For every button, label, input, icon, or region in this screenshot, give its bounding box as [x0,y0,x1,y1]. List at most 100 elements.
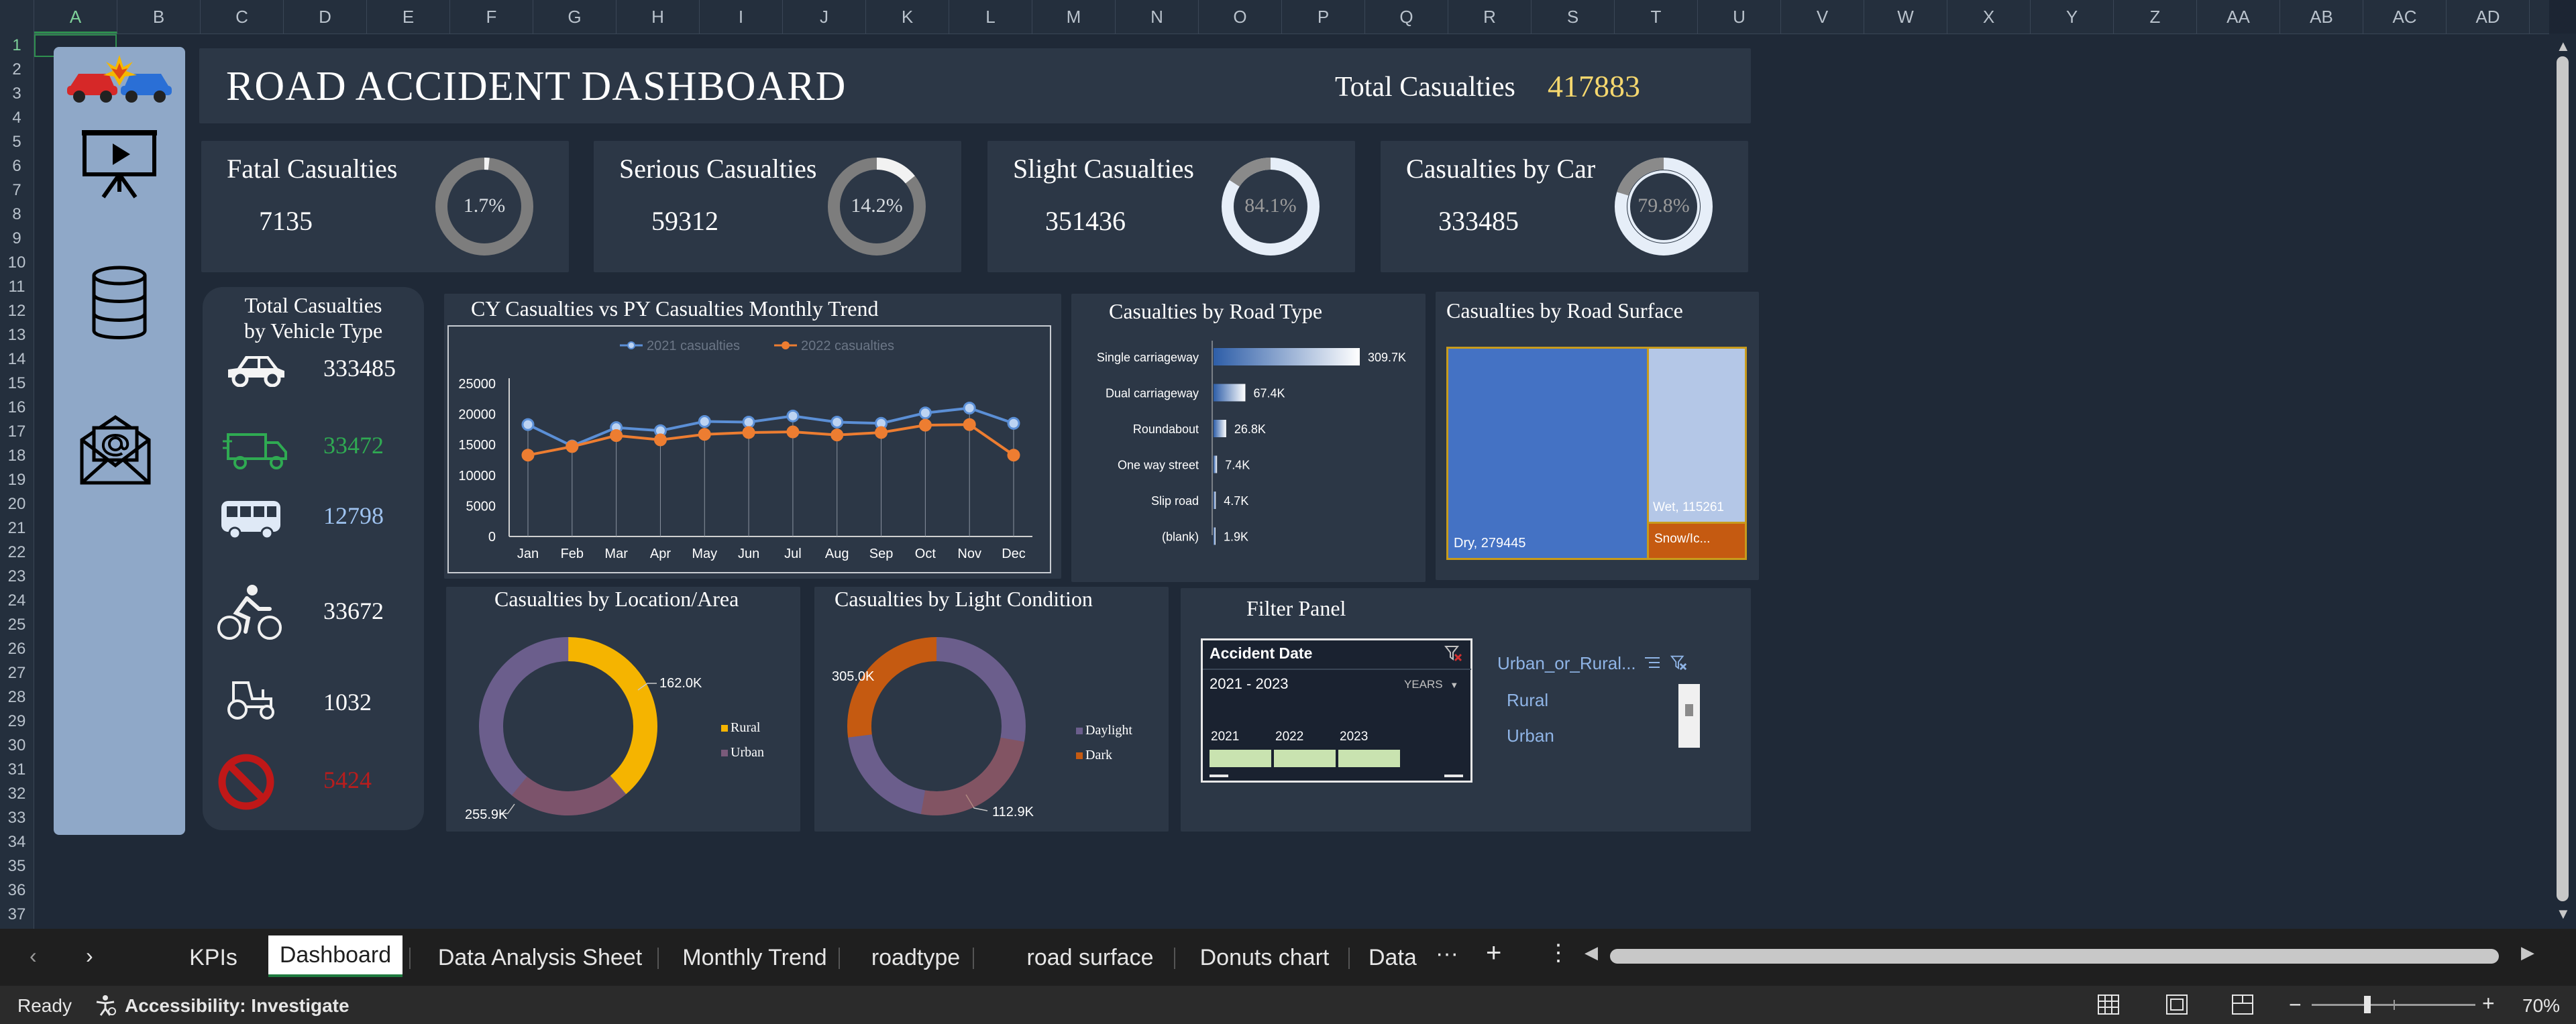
tab-roadtype[interactable]: roadtype [865,938,966,977]
column-header-L[interactable]: L [949,0,1032,34]
column-header-G[interactable]: G [533,0,616,34]
presentation-icon[interactable] [80,127,158,201]
timeline-year-bar[interactable] [1274,750,1336,767]
row-header-7[interactable]: 7 [0,178,34,203]
row-header-12[interactable]: 12 [0,299,34,323]
column-header-N[interactable]: N [1116,0,1199,34]
scroll-up-arrow[interactable]: ▲ [2556,38,2571,55]
column-header-F[interactable]: F [450,0,533,34]
data-point[interactable] [566,440,579,453]
status-accessibility[interactable]: Accessibility: Investigate [125,995,350,1017]
row-header-22[interactable]: 22 [0,541,34,565]
slicer-scrollbar[interactable] [1678,684,1700,748]
zoom-slider-thumb[interactable] [2364,996,2371,1013]
data-point[interactable] [521,418,535,431]
page-break-icon[interactable] [2231,994,2254,1015]
column-header-AD[interactable]: AD [2447,0,2530,34]
column-header-P[interactable]: P [1282,0,1365,34]
bar[interactable] [1214,527,1216,545]
page-layout-icon[interactable] [2165,994,2188,1015]
row-header-33[interactable]: 33 [0,806,34,830]
column-header-C[interactable]: C [201,0,284,34]
data-point[interactable] [698,428,711,441]
row-header-32[interactable]: 32 [0,782,34,806]
column-header-D[interactable]: D [284,0,367,34]
road-type-chart[interactable]: Single carriageway 309.7K Dual carriageway… [1071,334,1426,582]
sheet-options-icon[interactable]: ⋮ [1547,940,1570,966]
data-point[interactable] [830,429,844,442]
row-header-23[interactable]: 23 [0,565,34,589]
column-header-T[interactable]: T [1615,0,1698,34]
database-icon[interactable] [87,265,152,342]
tab-dashboard[interactable]: Dashboard [268,935,402,977]
vertical-scrollbar[interactable]: ▲ ▼ [2549,34,2576,929]
data-point[interactable] [963,401,976,414]
trend-chart[interactable]: 2021 casualties 2022 casualties 25000 20000… [449,327,1050,572]
column-header-V[interactable]: V [1781,0,1864,34]
row-header-19[interactable]: 19 [0,468,34,492]
bar[interactable] [1214,492,1216,509]
column-header-AC[interactable]: AC [2363,0,2447,34]
data-point[interactable] [786,425,800,439]
data-point[interactable] [742,426,755,439]
zoom-out-icon[interactable]: − [2289,992,2302,1017]
row-header-3[interactable]: 3 [0,82,34,106]
add-sheet-icon[interactable]: + [1486,938,1501,968]
data-point[interactable] [653,433,667,447]
data-point[interactable] [918,418,932,432]
data-point[interactable] [521,449,535,462]
email-icon[interactable] [75,408,156,488]
row-header-14[interactable]: 14 [0,347,34,372]
slicer-option-urban[interactable]: Urban [1507,726,1554,746]
scroll-down-arrow[interactable]: ▼ [2556,905,2571,923]
hscroll-left-arrow[interactable]: ◀ [1585,942,1598,963]
bar[interactable] [1214,384,1246,402]
data-point[interactable] [742,415,755,429]
row-header-27[interactable]: 27 [0,661,34,685]
column-header-E[interactable]: E [367,0,450,34]
data-point[interactable] [918,406,932,420]
row-header-15[interactable]: 15 [0,372,34,396]
column-header-U[interactable]: U [1698,0,1781,34]
tab-donuts-chart[interactable]: Donuts chart [1187,938,1342,977]
tab-scroll-left-icon[interactable]: ‹ [30,944,37,968]
tab-kpis[interactable]: KPIs [186,938,240,977]
row-header-31[interactable]: 31 [0,758,34,782]
road-surface-treemap[interactable]: Dry, 279445 Wet, 115261 Snow/Ic... [1446,347,1747,560]
timeline-unit-dropdown[interactable]: YEARS ▼ [1404,678,1458,691]
timeline-scroll-left[interactable] [1210,775,1228,777]
normal-view-icon[interactable] [2097,994,2120,1015]
treemap-dry[interactable]: Dry, 279445 [1448,349,1647,558]
treemap-snow[interactable]: Snow/Ic... [1649,524,1745,558]
tab-data[interactable]: Data [1368,938,1422,977]
row-header-26[interactable]: 26 [0,637,34,661]
multi-select-icon[interactable] [1644,655,1661,670]
column-header-I[interactable]: I [700,0,783,34]
zoom-in-icon[interactable]: + [2482,991,2495,1016]
car-crash-icon[interactable] [62,52,177,106]
column-header-Y[interactable]: Y [2031,0,2114,34]
bar[interactable] [1214,455,1218,473]
tab-monthly-trend[interactable]: Monthly Trend [678,938,832,977]
bar[interactable] [1214,420,1226,437]
row-header-20[interactable]: 20 [0,492,34,516]
slicer-option-rural[interactable]: Rural [1507,690,1548,711]
column-header-S[interactable]: S [1532,0,1615,34]
column-header-J[interactable]: J [783,0,866,34]
tab-data-analysis-sheet[interactable]: Data Analysis Sheet [429,938,651,977]
row-header-25[interactable]: 25 [0,613,34,637]
data-point[interactable] [963,418,976,431]
accessibility-icon[interactable] [94,994,117,1017]
data-point[interactable] [786,409,800,422]
column-header-R[interactable]: R [1448,0,1532,34]
timeline-year-bar[interactable] [1338,750,1400,767]
row-header-11[interactable]: 11 [0,275,34,299]
row-header-36[interactable]: 36 [0,878,34,903]
column-header-X[interactable]: X [1947,0,2031,34]
column-header-B[interactable]: B [117,0,201,34]
date-timeline[interactable]: Accident Date 2021 - 2023 YEARS ▼ 2021 20… [1201,638,1472,783]
bar[interactable] [1214,348,1360,365]
light-donut[interactable]: 112.9K 305.0K Daylight Dark [814,614,1169,832]
column-header-K[interactable]: K [866,0,949,34]
horizontal-scrollbar-thumb[interactable] [1610,949,2499,964]
